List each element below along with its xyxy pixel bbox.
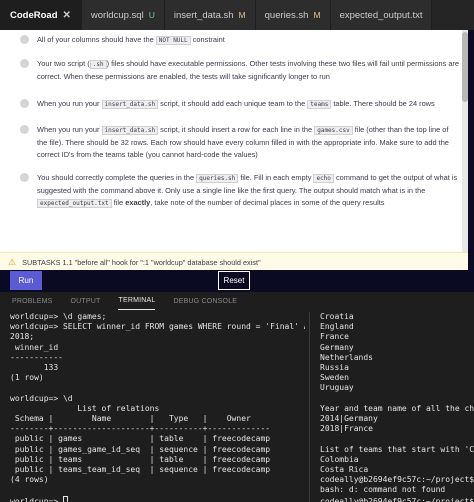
terminal-split-divider[interactable] bbox=[309, 312, 310, 502]
tab-label: CodeRoad bbox=[10, 9, 58, 21]
terminal-line: Uruguay bbox=[320, 383, 354, 393]
terminal-line: Germany bbox=[320, 342, 354, 352]
editor-tab-bar: CodeRoad ✕ worldcup.sql U insert_data.sh M … bbox=[0, 0, 474, 30]
tab-label: expected_output.txt bbox=[339, 9, 423, 21]
terminal-line: Costa Rica bbox=[320, 465, 369, 475]
subtasks-text: SUBTASKS 1.1 "before all" hook for ":1 "… bbox=[22, 258, 261, 267]
terminal-line: worldcup=> \d bbox=[10, 393, 73, 403]
task-item: You should correctly complete the querie… bbox=[20, 172, 460, 210]
task-status-icon bbox=[20, 99, 29, 108]
terminal-line: public | teams_team_id_seq | sequence | … bbox=[10, 465, 271, 475]
close-icon[interactable]: ✕ bbox=[63, 10, 71, 21]
tab-queries-sh[interactable]: queries.sh M bbox=[255, 0, 331, 30]
terminal-line: public | games_game_id_seq | sequence | … bbox=[10, 444, 271, 454]
terminal-line: winner_id bbox=[10, 342, 59, 352]
terminal-line: Russia bbox=[320, 363, 349, 373]
task-item: When you run your insert_data.sh script,… bbox=[20, 98, 460, 111]
terminal-line: codeally@b2694ef9c57c:~/project$ bbox=[320, 496, 474, 502]
terminal-line: worldcup=> \d games; bbox=[10, 312, 107, 321]
run-button[interactable]: Run bbox=[10, 271, 42, 290]
task-text: You should correctly complete the querie… bbox=[37, 173, 458, 208]
terminal-cursor bbox=[62, 495, 68, 502]
task-item: When you run your insert_data.sh script,… bbox=[20, 124, 460, 161]
terminal-line: (4 rows) bbox=[10, 475, 49, 485]
terminal-line: (1 row) bbox=[10, 373, 44, 383]
terminal-line: 2018; bbox=[10, 332, 35, 342]
terminal-line: England bbox=[320, 322, 354, 332]
tab-output[interactable]: OUTPUT bbox=[71, 292, 101, 310]
task-text: Your two script (.sh) files should have … bbox=[37, 59, 460, 81]
terminal-line: worldcup=> SELECT winner_id FROM games W… bbox=[10, 322, 305, 332]
tab-label: insert_data.sh bbox=[173, 9, 234, 21]
terminal-line: bash: d: command not found bbox=[320, 485, 446, 495]
untracked-badge: U bbox=[148, 10, 155, 20]
terminal-line: --------+--------------------+----------… bbox=[10, 424, 271, 434]
subtasks-banner: ⚠ SUBTASKS 1.1 "before all" hook for ":1… bbox=[0, 252, 468, 272]
terminal-line: public | games | table | freecodecamp bbox=[10, 434, 271, 444]
terminal-line: public | teams | table | freecodecamp bbox=[10, 454, 271, 464]
tab-problems[interactable]: PROBLEMS bbox=[12, 292, 53, 310]
tab-label: worldcup.sql bbox=[90, 9, 144, 21]
reset-button[interactable]: Reset bbox=[218, 271, 250, 290]
task-status-icon bbox=[20, 173, 29, 182]
terminal-line: Colombia bbox=[320, 454, 359, 464]
warning-icon: ⚠ bbox=[8, 257, 17, 267]
modified-badge: M bbox=[238, 10, 246, 20]
action-bar: Run Reset bbox=[0, 270, 474, 292]
scrollbar[interactable] bbox=[462, 30, 468, 252]
task-text: When you run your insert_data.sh script,… bbox=[37, 125, 449, 159]
tasks-list[interactable]: All of your columns should have the NOT … bbox=[0, 30, 468, 252]
scrollbar-thumb[interactable] bbox=[462, 32, 468, 102]
terminal-line: List of relations bbox=[10, 403, 160, 413]
tab-expected-output-txt[interactable]: expected_output.txt bbox=[330, 0, 433, 30]
tab-label: queries.sh bbox=[264, 9, 309, 21]
terminal-psql[interactable]: worldcup=> \d games; worldcup=> SELECT wi… bbox=[10, 312, 305, 502]
tab-insert-data-sh[interactable]: insert_data.sh M bbox=[164, 0, 256, 30]
task-status-icon bbox=[20, 125, 29, 134]
tab-worldcup-sql[interactable]: worldcup.sql U bbox=[81, 0, 165, 30]
terminal-line: Sweden bbox=[320, 373, 349, 383]
terminal-line: France bbox=[320, 332, 349, 342]
terminal-line: Croatia bbox=[320, 312, 354, 321]
terminal-line: Schema | Name | Type | Owner bbox=[10, 414, 251, 424]
terminal-line: 2018|France bbox=[320, 424, 373, 434]
terminal-line: Year and team name of all the champions: bbox=[320, 403, 474, 413]
task-text: All of your columns should have the NOT … bbox=[37, 35, 225, 45]
terminal-line: codeally@b2694ef9c57c:~/project$ bbox=[320, 475, 474, 485]
terminal-bash[interactable]: Croatia England France Germany Netherlands Ru… bbox=[320, 312, 474, 502]
modified-badge: M bbox=[313, 10, 321, 20]
terminal-line: List of teams that start with 'Co': bbox=[320, 444, 474, 454]
terminal-line: Netherlands bbox=[320, 352, 373, 362]
coderoad-pane: All of your columns should have the NOT … bbox=[0, 30, 474, 292]
terminal-line: 2014|Germany bbox=[320, 414, 378, 424]
task-item: All of your columns should have the NOT … bbox=[20, 34, 460, 47]
tab-terminal[interactable]: TERMINAL bbox=[118, 292, 156, 310]
terminal-line: worldcup=> bbox=[10, 495, 305, 502]
terminal-line: 133 bbox=[10, 363, 59, 373]
task-item: Your two script (.sh) files should have … bbox=[20, 58, 460, 83]
task-status-icon bbox=[20, 35, 29, 44]
tab-debug-console[interactable]: DEBUG CONSOLE bbox=[173, 292, 237, 310]
task-status-icon bbox=[20, 59, 29, 68]
tab-coderoad[interactable]: CodeRoad ✕ bbox=[0, 0, 82, 30]
task-text: When you run your insert_data.sh script,… bbox=[37, 99, 435, 109]
terminal-line: ----------- bbox=[10, 352, 63, 362]
panel-tabs: PROBLEMS OUTPUT TERMINAL DEBUG CONSOLE bbox=[0, 292, 474, 310]
